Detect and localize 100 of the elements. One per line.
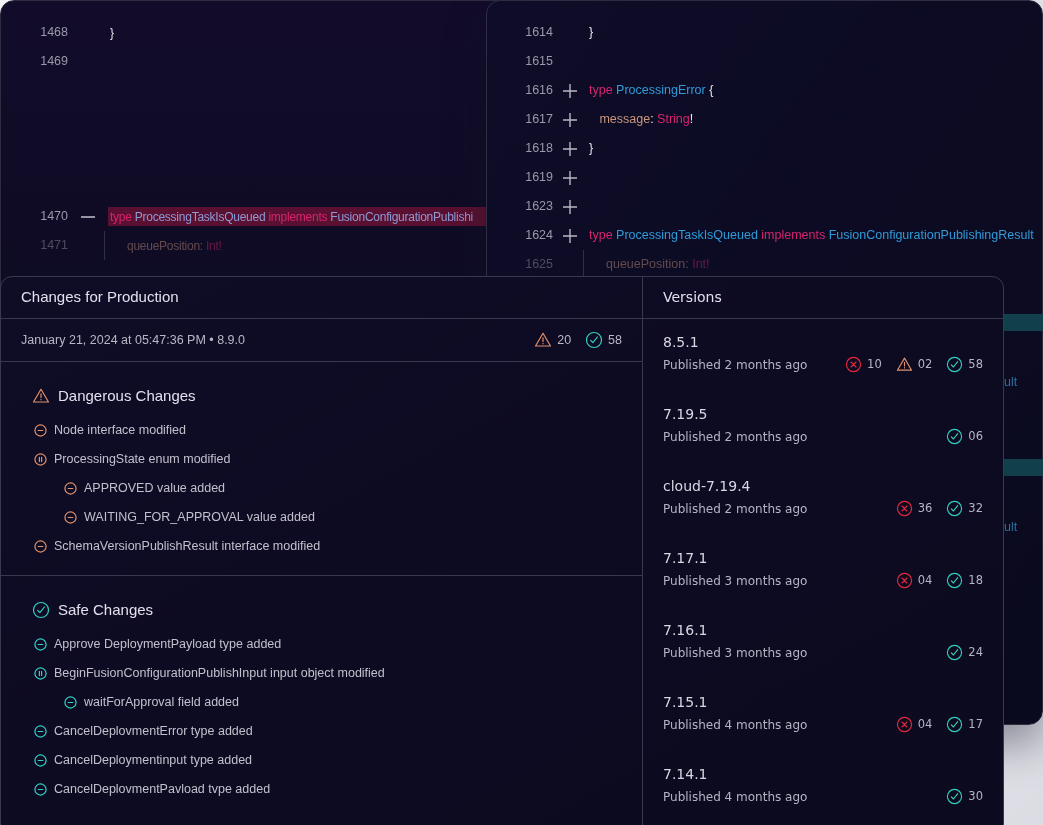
code-line: type ProcessingTaskIsQueued implements FusionConfigurationPublishi <box>110 208 474 226</box>
minus-circle-icon <box>64 696 77 709</box>
panel-title: Changes for Production <box>21 287 179 308</box>
version-row[interactable]: 7.16.1 Published 3 months ago 24 <box>643 607 1003 679</box>
line-number: 1618 <box>524 140 553 158</box>
highlight-bar <box>1004 459 1043 476</box>
change-item: CancelDeplovmentPavload tvpe added <box>54 781 271 799</box>
warning-icon <box>895 356 913 373</box>
minus-circle-icon <box>64 511 77 524</box>
version-row[interactable]: 7.14.1 Published 4 months ago 30 <box>643 751 1003 823</box>
x-circle-icon <box>845 356 863 373</box>
change-count: 10 <box>867 355 882 373</box>
panel-title: Versions <box>663 288 722 307</box>
section-heading: Dangerous Changes <box>58 385 196 406</box>
code-line: type ProcessingError { <box>589 82 714 100</box>
code-line: message: String! <box>598 111 694 129</box>
minus-icon <box>81 214 95 219</box>
version-name: 7.19.5 <box>663 405 709 424</box>
code-line: type ProcessingTaskIsQueued implements FusionConfigurationPublishingResult <box>589 227 1034 245</box>
version-name: 7.15.1 <box>663 693 709 712</box>
warning-icon <box>32 387 50 405</box>
change-count: 02 <box>917 355 933 373</box>
publish-date: Published 2 months ago <box>663 356 808 374</box>
publish-date: Published 3 months ago <box>663 644 808 662</box>
pause-circle-icon <box>34 667 47 680</box>
section-heading: Safe Changes <box>58 599 154 620</box>
line-number: 1623 <box>524 198 553 216</box>
version-row[interactable]: 7.17.1 Published 3 months ago 04 18 <box>643 535 1003 607</box>
change-item: Node interface modified <box>54 422 187 440</box>
change-count: 04 <box>917 715 933 733</box>
line-number: 1619 <box>524 169 553 187</box>
version-name: 8.5.1 <box>663 333 700 352</box>
change-count: 20 <box>557 331 572 349</box>
version-row[interactable]: 8.5.1 Published 2 months ago 10 02 58 <box>643 319 1003 391</box>
line-number: 1616 <box>524 82 553 100</box>
line-number: 1469 <box>39 53 68 71</box>
change-count: 06 <box>968 427 983 445</box>
version-name: cloud-7.19.4 <box>663 477 752 496</box>
x-circle-icon <box>895 500 913 517</box>
plus-icon <box>563 141 577 156</box>
change-item: BeginFusionConfigurationPublishInput input object modified <box>54 665 385 683</box>
change-count: 36 <box>917 499 933 517</box>
check-circle-icon <box>946 428 964 445</box>
change-count: 04 <box>917 571 933 589</box>
minus-circle-icon <box>34 754 47 767</box>
code-line: } <box>589 24 594 42</box>
publish-date: Published 4 months ago <box>663 716 808 734</box>
x-circle-icon <box>895 572 913 589</box>
check-circle-icon <box>946 644 964 661</box>
change-item: SchemaVersionPublishResult interface modified <box>54 538 321 556</box>
minus-circle-icon <box>34 638 47 651</box>
check-circle-icon <box>946 500 964 517</box>
version-row[interactable]: 7.19.5 Published 2 months ago 06 <box>643 391 1003 463</box>
minus-circle-icon <box>34 540 47 553</box>
change-item: WAITING_FOR_APPROVAL value added <box>84 509 315 527</box>
plus-icon <box>563 199 577 214</box>
check-circle-icon <box>946 788 964 805</box>
code-line: queuePosition: Int! <box>606 256 710 274</box>
change-count: 18 <box>968 571 983 589</box>
version-name: 7.14.1 <box>663 765 709 784</box>
line-number: 1468 <box>39 24 68 42</box>
check-circle-icon <box>32 601 50 619</box>
minus-circle-icon <box>34 725 47 738</box>
version-name: 7.16.1 <box>663 621 709 640</box>
change-count: 32 <box>968 499 983 517</box>
change-count: 58 <box>608 331 622 349</box>
line-number: 1614 <box>524 24 553 42</box>
publish-date: Published 2 months ago <box>663 428 808 446</box>
line-number: 1617 <box>524 111 553 129</box>
change-item: APPROVED value added <box>84 480 226 498</box>
check-circle-icon <box>585 331 604 349</box>
change-item: waitForApproval field added <box>84 694 239 712</box>
change-item: Approve DeploymentPayload type added <box>54 636 282 654</box>
pause-circle-icon <box>34 453 47 466</box>
x-circle-icon <box>895 716 913 733</box>
minus-circle-icon <box>64 482 77 495</box>
change-item: ProcessingState enum modified <box>54 451 231 469</box>
code-line: ult <box>1004 519 1019 536</box>
warning-icon <box>534 331 553 349</box>
plus-icon <box>563 228 577 243</box>
code-line: ult <box>1004 374 1019 391</box>
highlight-bar <box>1004 314 1043 331</box>
line-number: 1625 <box>524 256 553 274</box>
check-circle-icon <box>946 572 964 589</box>
plus-icon <box>563 112 577 127</box>
plus-icon <box>563 170 577 185</box>
change-count: 30 <box>968 787 983 805</box>
line-number: 1470 <box>39 208 68 226</box>
publish-date: Published 2 months ago <box>663 500 808 518</box>
line-number: 1471 <box>39 237 68 255</box>
release-summary: January 21, 2024 at 05:47:36 PM • 8.9.0 <box>21 331 245 349</box>
change-count: 58 <box>968 355 983 373</box>
plus-icon <box>563 83 577 98</box>
minus-circle-icon <box>34 783 47 796</box>
change-count: 17 <box>968 715 983 733</box>
publish-date: Published 3 months ago <box>663 572 808 590</box>
change-item: CancelDeplovmentError type added <box>54 723 253 741</box>
version-row[interactable]: 7.15.1 Published 4 months ago 04 17 <box>643 679 1003 751</box>
line-number: 1615 <box>524 53 553 71</box>
version-row[interactable]: cloud-7.19.4 Published 2 months ago 36 32 <box>643 463 1003 535</box>
